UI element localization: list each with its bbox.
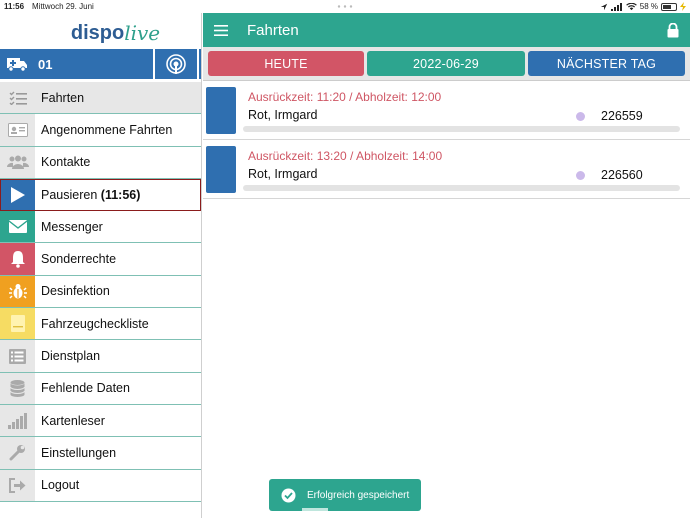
trip-status-bar [206,146,236,193]
sidebar-item-label: Kontakte [41,155,91,170]
sidebar-item-fahrten[interactable]: Fahrten [0,82,201,115]
sidebar-item-angenommene-fahrten[interactable]: Angenommene Fahrten [0,114,201,147]
status-date: Mittwoch 29. Juni [32,2,94,11]
wifi-icon [625,2,637,10]
trip-status-bar [206,87,236,134]
location-icon [600,3,607,10]
toast-message: Erfolgreich gespeichert [307,489,410,501]
sidebar-item-label: Fehlende Daten [41,381,130,396]
status-time: 11:56 [4,2,25,11]
bug-icon [0,275,35,308]
next-day-button[interactable]: NÄCHSTER TAG [528,51,685,76]
date-tabs: HEUTE 2022-06-29 NÄCHSTER TAG [203,47,690,81]
main-content: Fahrten HEUTE 2022-06-29 NÄCHSTER TAG Au… [203,13,690,518]
sidebar-item-label: Pausieren [41,187,98,202]
sidebar-item-pausieren[interactable]: Pausieren (11:56) [0,178,201,212]
sidebar-item-label: Dienstplan [41,349,101,364]
today-button[interactable]: HEUTE [208,51,364,76]
logout-icon [0,469,35,501]
battery-percent: 58 % [639,2,658,11]
sidebar-item-label: Desinfektion [41,284,110,299]
sidebar-item-label: Einstellungen [41,445,117,460]
trip-number: 226559 [601,109,643,123]
sidebar-item-fehlende-daten[interactable]: Fehlende Daten [0,372,201,405]
signal-bars-icon [0,404,35,437]
sidebar-item-label: Angenommene Fahrten [41,122,173,137]
sidebar-item-kontakte[interactable]: Kontakte [0,146,201,179]
sidebar-item-label: Fahrzeugcheckliste [41,316,149,331]
sidebar-item-label: Logout [41,478,80,493]
database-icon [0,372,35,404]
sidebar-item-einstellungen[interactable]: Einstellungen [0,437,201,470]
envelope-icon [0,211,35,243]
patient-name: Rot, Irmgard [248,167,318,181]
menu-hamburger-icon[interactable] [203,24,239,36]
sidebar-item-label: Messenger [41,219,103,234]
toast-timer-bar [302,508,328,511]
trip-number: 226560 [601,168,643,182]
play-icon [0,178,35,211]
multitasking-dots-icon[interactable] [337,5,353,8]
date-button[interactable]: 2022-06-29 [367,51,525,76]
app-bar: Fahrten [203,13,690,47]
app-logo: dispo live [0,13,201,47]
bell-icon [0,243,35,275]
sidebar-item-sonderrechte[interactable]: Sonderrechte [0,243,201,276]
page-title: Fahrten [247,21,299,39]
logo-text-live: live [124,21,161,45]
sidebar-item-dienstplan[interactable]: Dienstplan [0,340,201,373]
trip-progress-bar [243,185,680,191]
status-bar: 11:56 Mittwoch 29. Juni 58 % [0,0,690,13]
status-dot-icon [576,112,585,121]
cellular-signal-icon [610,2,622,11]
trip-card[interactable]: Ausrückzeit: 11:20 / Abholzeit: 12:00 Ro… [203,83,690,140]
patient-name: Rot, Irmgard [248,108,318,122]
ambulance-icon [0,56,34,72]
charging-bolt-icon [680,2,686,11]
sidebar-item-label: Sonderrechte [41,252,117,267]
status-dot-icon [576,171,585,180]
radio-button[interactable] [153,49,197,79]
list-check-icon [0,82,35,114]
sidebar-item-logout[interactable]: Logout [0,469,201,502]
sidebar-item-desinfektion[interactable]: Desinfektion [0,275,201,309]
sidebar-item-label: Kartenleser [41,413,105,428]
users-icon [0,146,35,178]
sidebar-item-messenger[interactable]: Messenger [0,211,201,244]
radio-signal-icon [166,54,186,74]
trip-progress-bar [243,126,680,132]
sidebar: dispo live 01 Fahrten Angenommene Fahrten… [0,13,202,518]
trip-times: Ausrückzeit: 13:20 / Abholzeit: 14:00 [248,149,443,163]
lock-icon[interactable] [656,22,690,38]
id-card-icon [0,114,35,146]
success-toast[interactable]: Erfolgreich gespeichert [269,479,421,511]
logo-text-dispo: dispo [70,21,125,44]
battery-icon [661,2,677,11]
sidebar-item-kartenleser[interactable]: Kartenleser [0,404,201,438]
sidebar-item-label: Fahrten [41,90,85,105]
sidebar-menu: Fahrten Angenommene Fahrten Kontakte Pau… [0,82,201,502]
check-circle-icon [269,488,307,503]
note-icon [0,308,35,340]
sidebar-item-fahrzeugcheckliste[interactable]: Fahrzeugcheckliste [0,308,201,341]
wrench-icon [0,437,35,469]
vehicle-bar[interactable]: 01 [0,49,201,79]
list-icon [0,340,35,372]
vehicle-number: 01 [38,56,53,72]
pause-timer: (11:56) [100,187,141,202]
trip-card[interactable]: Ausrückzeit: 13:20 / Abholzeit: 14:00 Ro… [203,142,690,199]
trip-times: Ausrückzeit: 11:20 / Abholzeit: 12:00 [248,90,442,104]
